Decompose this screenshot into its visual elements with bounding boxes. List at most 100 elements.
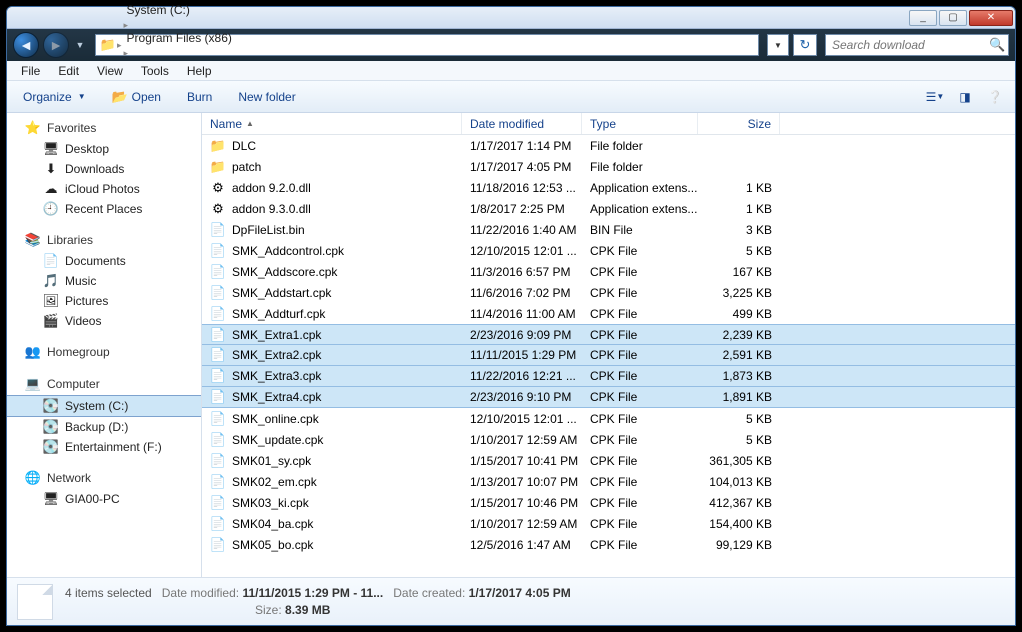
favorites-icon: ⭐	[25, 120, 41, 136]
burn-button[interactable]: Burn	[179, 86, 220, 108]
nav-libraries[interactable]: 📚Libraries	[7, 229, 201, 251]
search-icon[interactable]: 🔍	[989, 37, 1005, 53]
breadcrumb[interactable]: Program Files (x86)	[123, 31, 273, 45]
file-size: 2,591 KB	[698, 348, 780, 362]
file-row[interactable]: 📁DLC1/17/2017 1:14 PMFile folder	[202, 135, 1015, 156]
file-row[interactable]: 📄SMK_Addcontrol.cpk12/10/2015 12:01 ...C…	[202, 240, 1015, 261]
preview-pane-button[interactable]: ◨	[953, 86, 977, 108]
file-list[interactable]: 📁DLC1/17/2017 1:14 PMFile folder📁patch1/…	[202, 135, 1015, 577]
drive-icon: 🖥	[43, 491, 59, 507]
file-date: 11/3/2016 6:57 PM	[462, 265, 582, 279]
file-row[interactable]: 📄SMK_Extra2.cpk11/11/2015 1:29 PMCPK Fil…	[202, 345, 1015, 366]
nav-item-label: Recent Places	[65, 202, 142, 216]
file-row[interactable]: 📄SMK_Addscore.cpk11/3/2016 6:57 PMCPK Fi…	[202, 261, 1015, 282]
col-name[interactable]: Name▲	[202, 113, 462, 134]
file-size: 99,129 KB	[698, 538, 780, 552]
file-icon: 📁	[210, 138, 226, 154]
file-type: CPK File	[582, 265, 698, 279]
file-row[interactable]: ⚙addon 9.2.0.dll11/18/2016 12:53 ...Appl…	[202, 177, 1015, 198]
file-icon: 📄	[210, 389, 226, 405]
nav-item-label: Entertainment (F:)	[65, 440, 162, 454]
file-row[interactable]: 📁patch1/17/2017 4:05 PMFile folder	[202, 156, 1015, 177]
chevron-right-icon[interactable]: ▸	[123, 48, 130, 58]
chevron-right-icon[interactable]: ▸	[123, 20, 130, 30]
nav-item[interactable]: 🕘Recent Places	[7, 199, 201, 219]
nav-item[interactable]: 📄Documents	[7, 251, 201, 271]
search-box[interactable]: 🔍	[825, 34, 1009, 56]
file-type: Application extens...	[582, 181, 698, 195]
col-size[interactable]: Size	[698, 113, 780, 134]
nav-item-label: Backup (D:)	[65, 420, 128, 434]
file-date: 12/10/2015 12:01 ...	[462, 412, 582, 426]
organize-button[interactable]: Organize▼	[15, 86, 94, 108]
file-type: CPK File	[582, 433, 698, 447]
new-folder-button[interactable]: New folder	[230, 86, 303, 108]
chevron-right-icon[interactable]: ▸	[123, 0, 130, 2]
file-row[interactable]: 📄SMK03_ki.cpk1/15/2017 10:46 PMCPK File4…	[202, 492, 1015, 513]
file-size: 1,891 KB	[698, 390, 780, 404]
forward-button[interactable]: ►	[43, 32, 69, 58]
help-button[interactable]: ❔	[983, 86, 1007, 108]
file-type: CPK File	[582, 412, 698, 426]
col-date[interactable]: Date modified	[462, 113, 582, 134]
nav-item[interactable]: 💽Backup (D:)	[7, 417, 201, 437]
maximize-button[interactable]: ▢	[939, 10, 967, 26]
nav-homegroup[interactable]: 👥Homegroup	[7, 341, 201, 363]
close-button[interactable]: ✕	[969, 10, 1013, 26]
file-row[interactable]: 📄SMK01_sy.cpk1/15/2017 10:41 PMCPK File3…	[202, 450, 1015, 471]
file-row[interactable]: 📄SMK04_ba.cpk1/10/2017 12:59 AMCPK File1…	[202, 513, 1015, 534]
open-button[interactable]: 📂Open	[104, 85, 169, 109]
file-date: 1/13/2017 10:07 PM	[462, 475, 582, 489]
minimize-button[interactable]: _	[909, 10, 937, 26]
file-date: 1/15/2017 10:41 PM	[462, 454, 582, 468]
nav-item[interactable]: ⬇Downloads	[7, 159, 201, 179]
file-icon: 📄	[210, 537, 226, 553]
menu-help[interactable]: Help	[179, 62, 220, 80]
nav-item[interactable]: 🖼Pictures	[7, 291, 201, 311]
drive-icon: ⬇	[43, 161, 59, 177]
file-row[interactable]: 📄SMK_Extra1.cpk2/23/2016 9:09 PMCPK File…	[202, 324, 1015, 345]
address-bar[interactable]: 📁 ▸ Computer▸System (C:)▸Program Files (…	[95, 34, 759, 56]
file-row[interactable]: 📄SMK02_em.cpk1/13/2017 10:07 PMCPK File1…	[202, 471, 1015, 492]
file-row[interactable]: 📄SMK_Extra4.cpk2/23/2016 9:10 PMCPK File…	[202, 387, 1015, 408]
file-row[interactable]: 📄SMK_Addturf.cpk11/4/2016 11:00 AMCPK Fi…	[202, 303, 1015, 324]
nav-item[interactable]: ☁iCloud Photos	[7, 179, 201, 199]
menu-file[interactable]: File	[13, 62, 48, 80]
file-icon: ⚙	[210, 201, 226, 217]
nav-item[interactable]: 🎵Music	[7, 271, 201, 291]
nav-label: Libraries	[47, 233, 93, 247]
file-name: SMK_Addstart.cpk	[232, 286, 331, 300]
file-size: 2,239 KB	[698, 328, 780, 342]
file-row[interactable]: ⚙addon 9.3.0.dll1/8/2017 2:25 PMApplicat…	[202, 198, 1015, 219]
file-row[interactable]: 📄SMK05_bo.cpk12/5/2016 1:47 AMCPK File99…	[202, 534, 1015, 555]
nav-computer[interactable]: 💻Computer	[7, 373, 201, 395]
file-row[interactable]: 📄SMK_online.cpk12/10/2015 12:01 ...CPK F…	[202, 408, 1015, 429]
file-row[interactable]: 📄SMK_Extra3.cpk11/22/2016 12:21 ...CPK F…	[202, 366, 1015, 387]
nav-favorites[interactable]: ⭐Favorites	[7, 117, 201, 139]
nav-item[interactable]: 🖥Desktop	[7, 139, 201, 159]
back-button[interactable]: ◄	[13, 32, 39, 58]
nav-item[interactable]: 🎬Videos	[7, 311, 201, 331]
history-dropdown[interactable]: ▼	[73, 32, 87, 58]
file-date: 12/10/2015 12:01 ...	[462, 244, 582, 258]
menu-view[interactable]: View	[89, 62, 131, 80]
col-type[interactable]: Type	[582, 113, 698, 134]
address-dropdown[interactable]: ▼	[767, 34, 789, 56]
menu-edit[interactable]: Edit	[50, 62, 87, 80]
file-date: 2/23/2016 9:10 PM	[462, 390, 582, 404]
nav-item[interactable]: 🖥GIA00-PC	[7, 489, 201, 509]
nav-item[interactable]: 💽System (C:)	[7, 395, 201, 417]
refresh-button[interactable]: ↻	[793, 34, 817, 56]
view-options-button[interactable]: ☰ ▼	[923, 86, 947, 108]
file-row[interactable]: 📄SMK_Addstart.cpk11/6/2016 7:02 PMCPK Fi…	[202, 282, 1015, 303]
menu-tools[interactable]: Tools	[133, 62, 177, 80]
file-size: 5 KB	[698, 433, 780, 447]
breadcrumb[interactable]: System (C:)	[123, 3, 273, 17]
nav-network[interactable]: 🌐Network	[7, 467, 201, 489]
file-date: 1/8/2017 2:25 PM	[462, 202, 582, 216]
nav-item[interactable]: 💽Entertainment (F:)	[7, 437, 201, 457]
search-input[interactable]	[832, 38, 989, 52]
file-icon: 📄	[210, 285, 226, 301]
file-row[interactable]: 📄SMK_update.cpk1/10/2017 12:59 AMCPK Fil…	[202, 429, 1015, 450]
file-row[interactable]: 📄DpFileList.bin11/22/2016 1:40 AMBIN Fil…	[202, 219, 1015, 240]
